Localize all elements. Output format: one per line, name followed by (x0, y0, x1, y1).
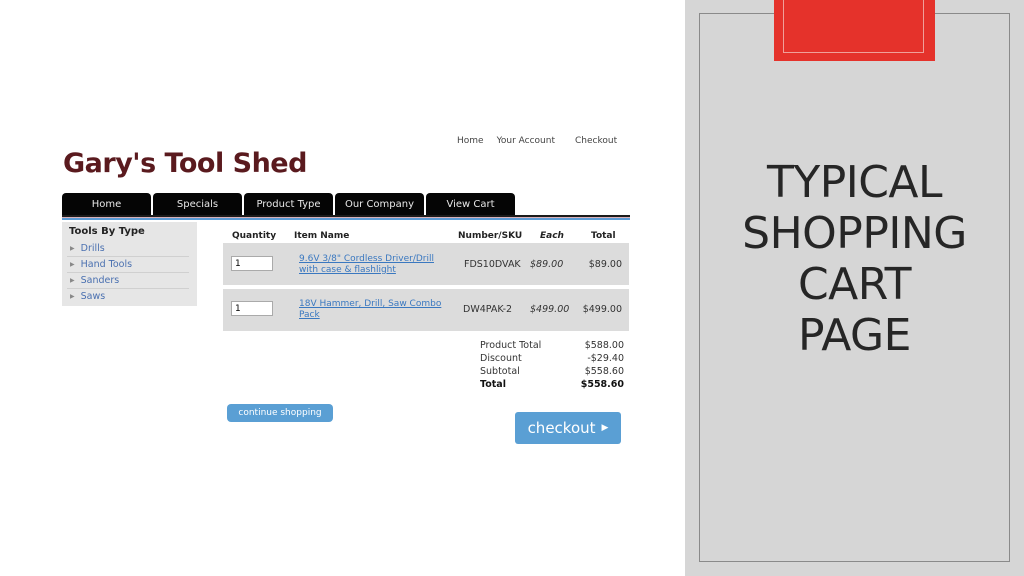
summary-label: Product Total (480, 340, 542, 351)
nav-divider-blue (62, 218, 630, 220)
sidebar-list: ▶ Drills ▶ Hand Tools ▶ Sanders ▶ Saws (67, 241, 189, 304)
summary-product-total: Product Total $588.00 (480, 339, 624, 352)
top-link-checkout[interactable]: Checkout (575, 136, 617, 146)
summary-discount: Discount -$29.40 (480, 352, 624, 365)
top-links: Home Your Account Checkout (457, 136, 630, 146)
item-each-price: $499.00 (530, 304, 570, 315)
cart-row: 18V Hammer, Drill, Saw Combo Pack DW4PAK… (223, 289, 629, 331)
nav-tab-home[interactable]: Home (62, 193, 151, 215)
sidebar-item-label: Sanders (80, 275, 120, 286)
summary-label: Discount (480, 353, 522, 364)
checkout-button[interactable]: checkout ▶ (515, 412, 621, 444)
arrow-bullet-icon: ▶ (70, 293, 75, 300)
accent-tab (774, 0, 935, 61)
item-link[interactable]: 9.6V 3/8" Cordless Driver/Drill with cas… (299, 254, 449, 275)
checkout-label: checkout (527, 419, 596, 437)
quantity-input[interactable] (231, 256, 273, 271)
sidebar-item-saws[interactable]: ▶ Saws (67, 289, 189, 304)
sidebar-item-drills[interactable]: ▶ Drills (67, 241, 189, 257)
cart-row: 9.6V 3/8" Cordless Driver/Drill with cas… (223, 243, 629, 285)
nav-tab-specials[interactable]: Specials (153, 193, 242, 215)
order-summary: Product Total $588.00 Discount -$29.40 S… (480, 339, 624, 391)
sidebar-item-hand-tools[interactable]: ▶ Hand Tools (67, 257, 189, 273)
sidebar-item-sanders[interactable]: ▶ Sanders (67, 273, 189, 289)
site-logo[interactable]: Gary's Tool Shed (63, 148, 307, 179)
main-nav: Home Specials Product Type Our Company V… (62, 193, 517, 215)
top-link-home[interactable]: Home (457, 136, 484, 146)
shopping-cart-screenshot: Home Your Account Checkout Gary's Tool S… (0, 0, 685, 576)
summary-value: $588.00 (584, 340, 624, 351)
sidebar-item-label: Saws (80, 291, 106, 302)
item-sku: DW4PAK-2 (463, 304, 513, 315)
item-total: $499.00 (582, 304, 622, 315)
arrow-bullet-icon: ▶ (70, 245, 75, 252)
arrow-bullet-icon: ▶ (70, 261, 75, 268)
slide-title: TYPICAL SHOPPING CART PAGE (699, 157, 1010, 361)
nav-tab-product-type[interactable]: Product Type (244, 193, 333, 215)
summary-total: Total $558.60 (480, 378, 624, 391)
top-link-your-account[interactable]: Your Account (497, 136, 555, 146)
quantity-input[interactable] (231, 301, 273, 316)
chevron-right-icon: ▶ (601, 423, 609, 433)
nav-tab-view-cart[interactable]: View Cart (426, 193, 515, 215)
header-total: Total (591, 231, 616, 241)
header-each: Each (540, 231, 564, 241)
slide-title-line: CART (797, 259, 912, 310)
nav-tab-our-company[interactable]: Our Company (335, 193, 424, 215)
sidebar-item-label: Hand Tools (80, 259, 133, 270)
header-item-name: Item Name (294, 231, 350, 241)
item-total: $89.00 (588, 259, 622, 270)
item-link[interactable]: 18V Hammer, Drill, Saw Combo Pack (299, 299, 449, 320)
item-each-price: $89.00 (530, 259, 564, 270)
slide-title-panel: TYPICAL SHOPPING CART PAGE (685, 0, 1024, 576)
sidebar: Tools By Type ▶ Drills ▶ Hand Tools ▶ Sa… (62, 222, 197, 306)
summary-value: $558.60 (584, 366, 624, 377)
slide-title-line: SHOPPING (742, 208, 967, 259)
summary-label: Subtotal (480, 366, 520, 377)
slide-title-line: TYPICAL (766, 157, 943, 208)
sidebar-item-label: Drills (80, 243, 105, 254)
summary-subtotal: Subtotal $558.60 (480, 365, 624, 378)
slide-title-line: PAGE (798, 310, 911, 361)
arrow-bullet-icon: ▶ (70, 277, 75, 284)
sidebar-title: Tools By Type (69, 226, 145, 237)
summary-label: Total (480, 379, 506, 390)
item-sku: FDS10DVAK (464, 259, 521, 270)
continue-shopping-button[interactable]: continue shopping (227, 404, 333, 422)
header-sku: Number/SKU (458, 231, 523, 241)
header-quantity: Quantity (232, 231, 277, 241)
summary-value: $558.60 (580, 379, 624, 390)
summary-value: -$29.40 (587, 353, 624, 364)
accent-tab-inner-border (783, 0, 924, 53)
